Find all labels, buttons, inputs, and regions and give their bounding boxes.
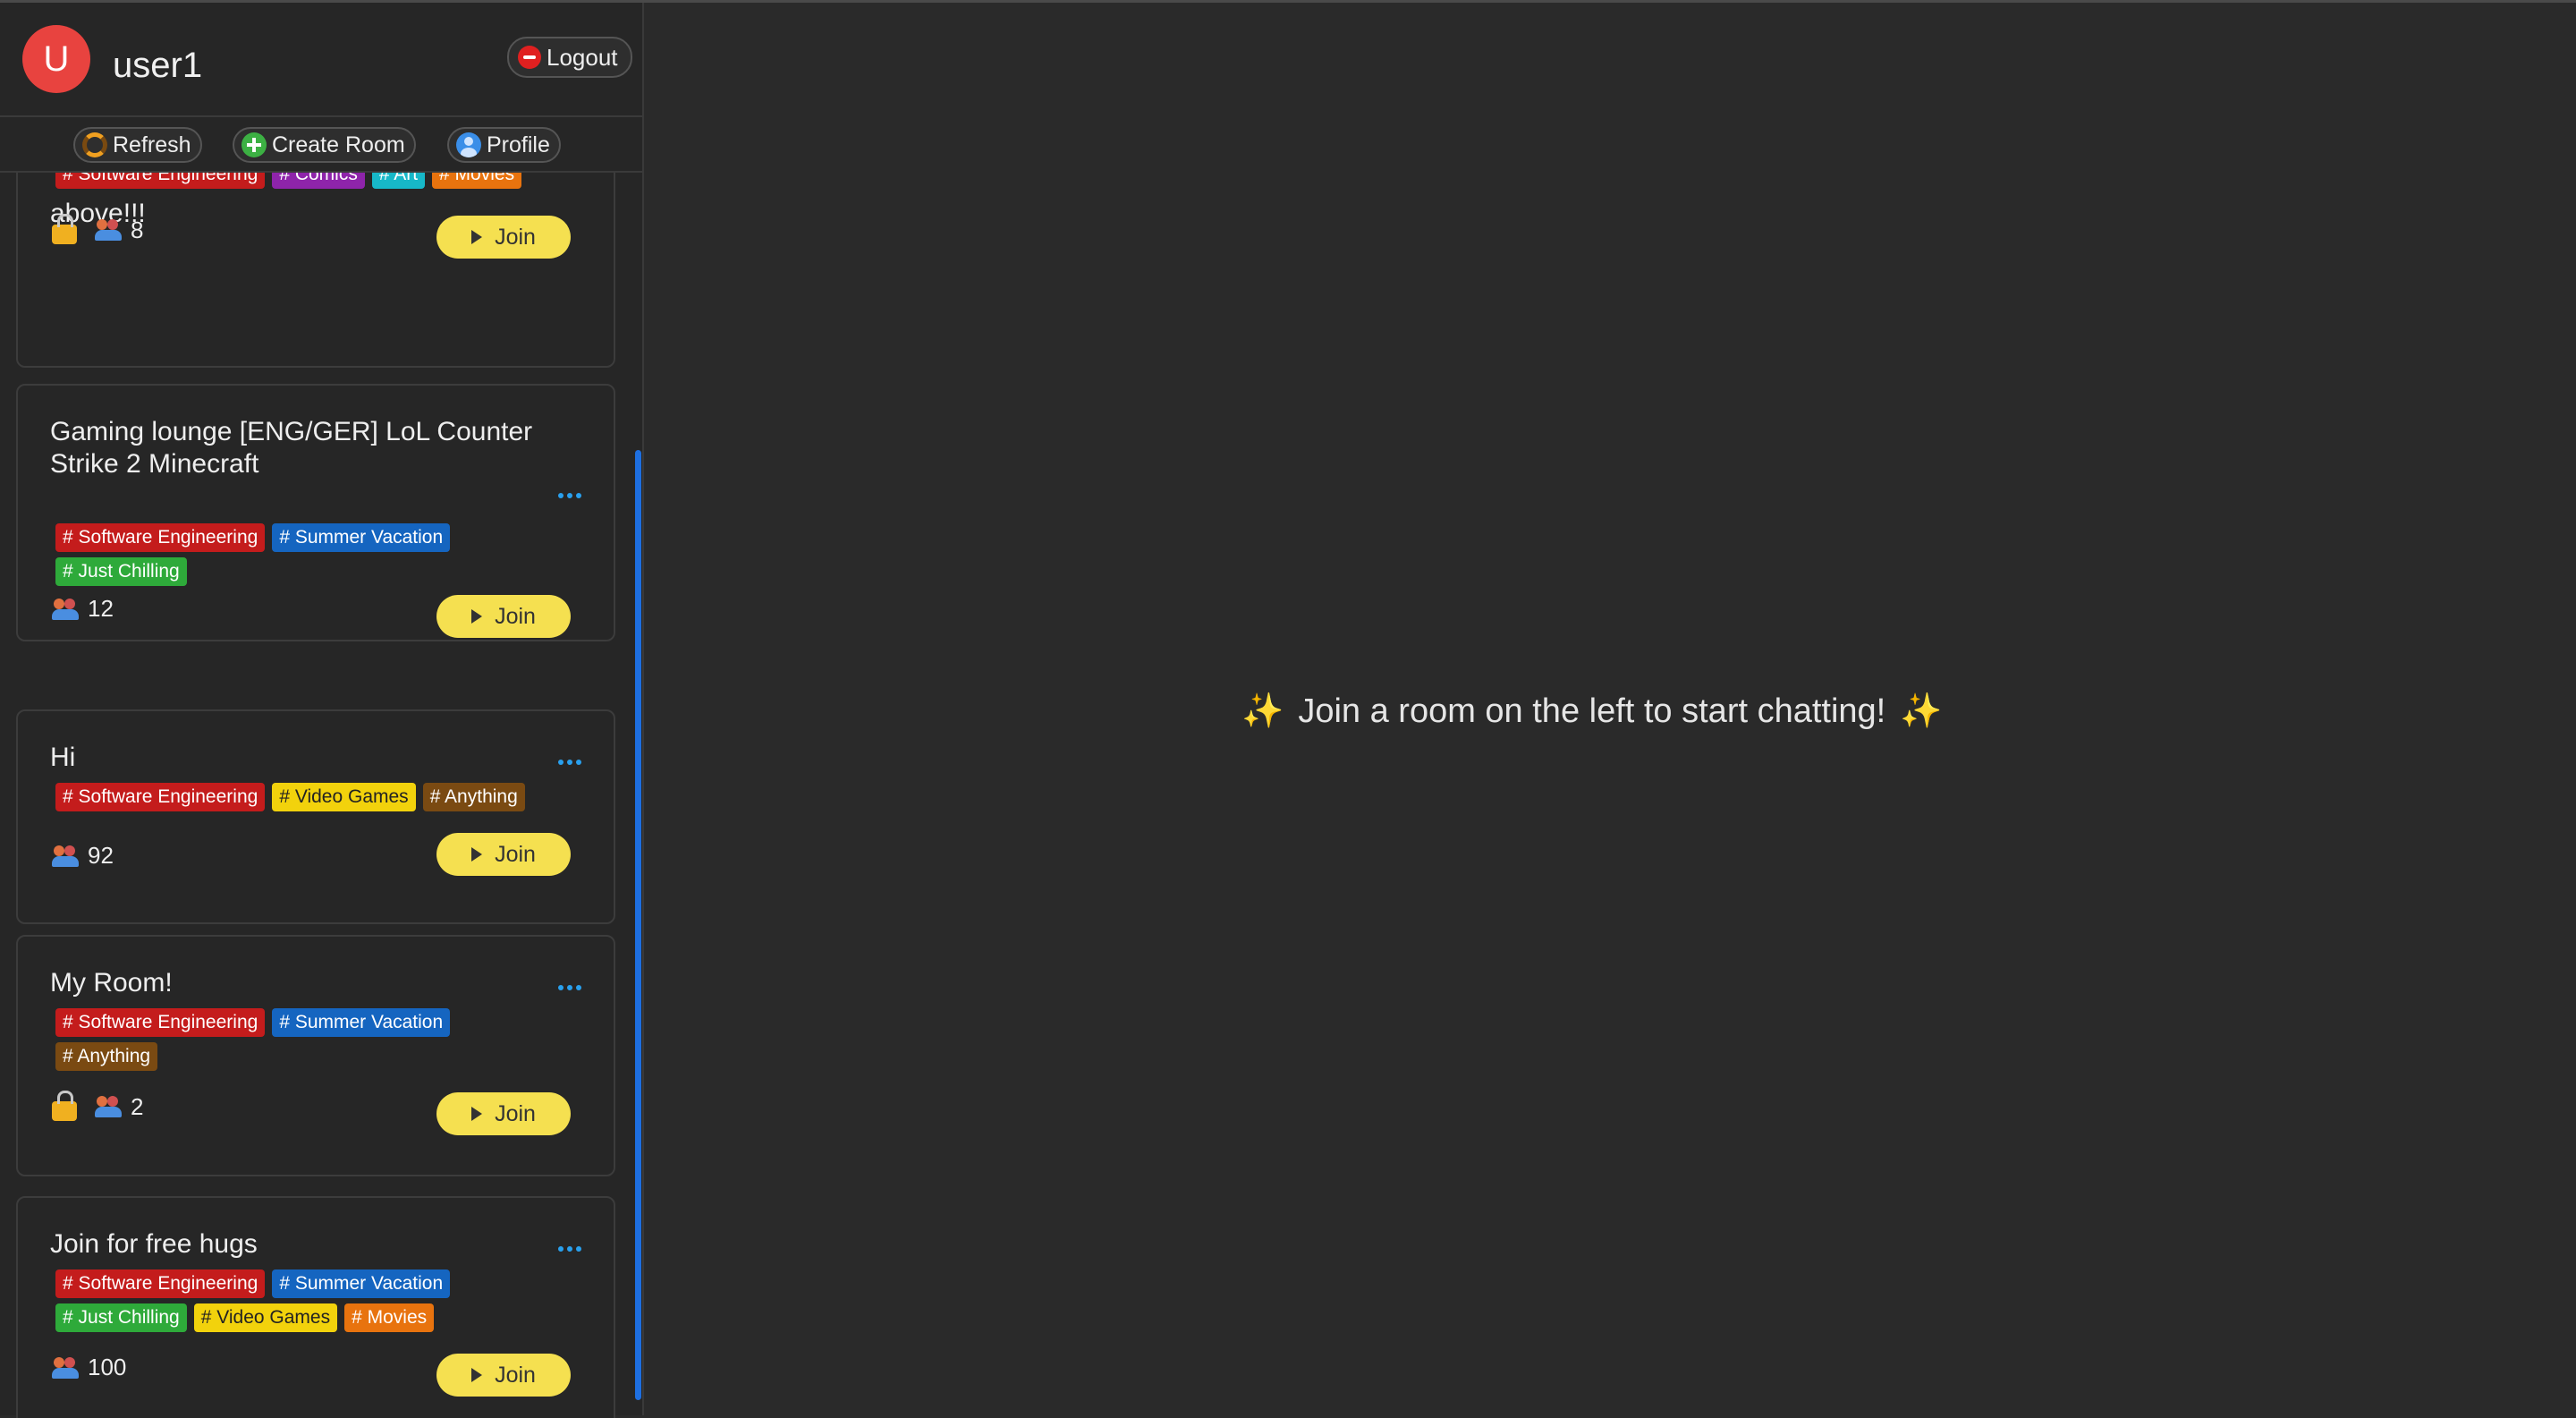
- room-title: Join for free hugs: [50, 1229, 258, 1259]
- member-count: 100: [52, 1354, 126, 1381]
- refresh-label: Refresh: [113, 132, 191, 157]
- room-meta: 8: [52, 214, 143, 244]
- sidebar: U user1 Logout Refresh Create Room Profi…: [0, 3, 644, 1418]
- join-button[interactable]: Join: [436, 216, 571, 259]
- member-count: 8: [95, 217, 143, 244]
- sparkle-icon: ✨: [1241, 692, 1284, 730]
- play-icon: [471, 230, 483, 244]
- join-label: Join: [495, 224, 536, 250]
- member-count-value: 2: [131, 1092, 144, 1120]
- lock-icon: [52, 214, 77, 244]
- tag-list: # Software Engineering # Summer Vacation #…: [55, 1008, 556, 1071]
- room-meta: 100: [52, 1354, 126, 1381]
- people-icon: [95, 217, 123, 242]
- join-label: Join: [495, 1362, 536, 1388]
- create-room-button[interactable]: Create Room: [233, 127, 416, 163]
- room-tag[interactable]: # Software Engineering: [55, 1008, 266, 1037]
- play-icon: [471, 1368, 483, 1382]
- refresh-icon: [82, 132, 107, 157]
- username: user1: [113, 46, 203, 85]
- room-tag[interactable]: # Software Engineering: [55, 173, 266, 189]
- play-icon: [471, 609, 483, 624]
- profile-button[interactable]: Profile: [447, 127, 561, 163]
- room-tag[interactable]: # Comics: [272, 173, 365, 189]
- room-tag[interactable]: # Just Chilling: [55, 1303, 187, 1332]
- join-label: Join: [495, 1100, 536, 1126]
- plus-icon: [242, 132, 267, 157]
- member-count-value: 92: [88, 842, 114, 869]
- room-meta: 2: [52, 1091, 143, 1121]
- avatar[interactable]: U: [22, 25, 90, 93]
- room-tag[interactable]: # Movies: [432, 173, 522, 189]
- room-card[interactable]: above!!! # Software Engineering # Comics # …: [16, 173, 615, 368]
- play-icon: [471, 1107, 483, 1121]
- room-list[interactable]: above!!! # Software Engineering # Comics # …: [0, 173, 642, 1418]
- join-button[interactable]: Join: [436, 595, 571, 638]
- room-tag[interactable]: # Anything: [55, 1042, 158, 1071]
- room-tag[interactable]: # Anything: [422, 783, 525, 811]
- member-count: 12: [52, 595, 114, 623]
- tag-list: # Software Engineering # Summer Vacation #…: [55, 523, 556, 586]
- room-meta: 92: [52, 842, 114, 870]
- logout-button[interactable]: Logout: [507, 37, 632, 78]
- room-card[interactable]: Gaming lounge [ENG/GER] LoL Counter Stri…: [16, 384, 615, 641]
- toolbar: Refresh Create Room Profile: [0, 117, 642, 173]
- more-icon[interactable]: [558, 1246, 581, 1252]
- join-button[interactable]: Join: [436, 833, 571, 876]
- room-tag[interactable]: # Summer Vacation: [272, 523, 451, 552]
- member-count: 2: [95, 1093, 143, 1121]
- sparkle-icon: ✨: [1900, 692, 1943, 730]
- join-button[interactable]: Join: [436, 1354, 571, 1397]
- stop-icon: [518, 46, 541, 69]
- refresh-button[interactable]: Refresh: [73, 127, 202, 163]
- tag-list: # Software Engineering # Video Games # Any…: [55, 783, 556, 811]
- more-icon[interactable]: [558, 760, 581, 765]
- room-tag[interactable]: # Video Games: [193, 1303, 338, 1332]
- room-tag[interactable]: # Software Engineering: [55, 523, 266, 552]
- logout-label: Logout: [547, 43, 618, 71]
- people-icon: [52, 844, 80, 869]
- room-title: Gaming lounge [ENG/GER] LoL Counter Stri…: [50, 417, 533, 479]
- join-button[interactable]: Join: [436, 1092, 571, 1135]
- profile-label: Profile: [487, 132, 550, 157]
- room-tag[interactable]: # Just Chilling: [55, 557, 187, 586]
- room-card[interactable]: Join for free hugs # Software Engineering…: [16, 1196, 615, 1418]
- empty-state-message: Join a room on the left to start chattin…: [1298, 692, 1886, 730]
- people-icon: [52, 1355, 80, 1380]
- room-list-scrollbar[interactable]: [635, 450, 641, 1400]
- room-tag[interactable]: # Summer Vacation: [272, 1008, 451, 1037]
- lock-icon: [52, 1091, 77, 1121]
- user-header: U user1 Logout: [0, 3, 642, 117]
- room-meta: 12: [52, 595, 114, 623]
- room-tag[interactable]: # Summer Vacation: [272, 1269, 451, 1298]
- play-icon: [471, 847, 483, 862]
- member-count: 92: [52, 842, 114, 870]
- people-icon: [95, 1094, 123, 1119]
- room-card[interactable]: My Room! # Software Engineering # Summer V…: [16, 935, 615, 1176]
- room-title: My Room!: [50, 968, 173, 998]
- member-count-value: 100: [88, 1354, 127, 1380]
- room-tag[interactable]: # Video Games: [272, 783, 416, 811]
- room-tag[interactable]: # Software Engineering: [55, 1269, 266, 1298]
- member-count-value: 12: [88, 595, 114, 622]
- room-tag[interactable]: # Movies: [344, 1303, 435, 1332]
- more-icon[interactable]: [558, 493, 581, 498]
- join-label: Join: [495, 841, 536, 867]
- profile-icon: [456, 132, 481, 157]
- empty-state: ✨ Join a room on the left to start chatt…: [1241, 692, 1943, 731]
- tag-list: # Software Engineering # Summer Vacation #…: [55, 1269, 556, 1332]
- more-icon[interactable]: [558, 985, 581, 990]
- people-icon: [52, 597, 80, 622]
- room-tag[interactable]: # Software Engineering: [55, 783, 266, 811]
- room-card[interactable]: Hi # Software Engineering # Video Games # A…: [16, 709, 615, 924]
- join-label: Join: [495, 603, 536, 629]
- member-count-value: 8: [131, 216, 144, 243]
- tag-list: # Software Engineering # Comics # Art # Mov…: [55, 173, 556, 189]
- room-tag[interactable]: # Art: [371, 173, 426, 189]
- create-room-label: Create Room: [272, 132, 405, 157]
- room-title: Hi: [50, 743, 76, 772]
